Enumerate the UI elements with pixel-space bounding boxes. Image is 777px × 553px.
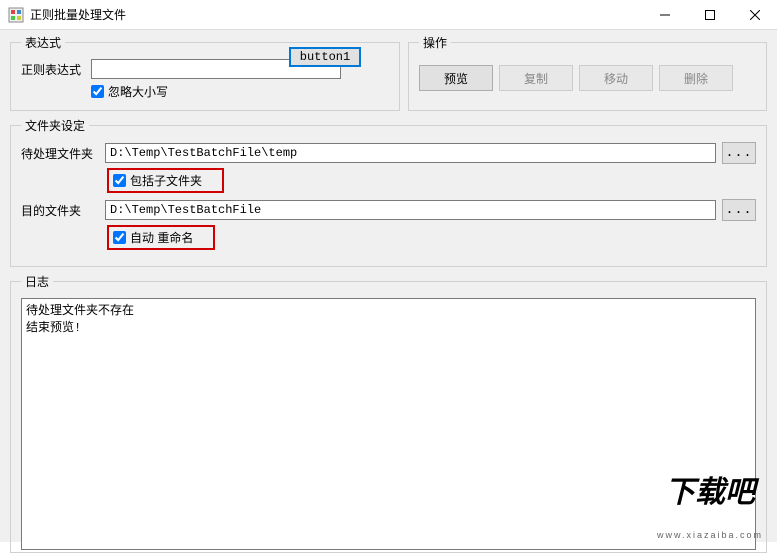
source-folder-input[interactable] [105, 143, 716, 163]
operations-group: 操作 预览 复制 移动 删除 [408, 34, 767, 111]
expression-legend: 表达式 [21, 34, 65, 51]
include-subfolders-label: 包括子文件夹 [130, 172, 202, 189]
delete-button[interactable]: 删除 [659, 65, 733, 91]
window-title: 正则批量处理文件 [30, 6, 642, 23]
button1[interactable]: button1 [289, 47, 361, 67]
close-button[interactable] [732, 0, 777, 29]
operations-legend: 操作 [419, 34, 451, 51]
folders-group: 文件夹设定 待处理文件夹 ... 包括子文件夹 目的文件夹 ... 自动 重命名 [10, 117, 767, 267]
dest-browse-button[interactable]: ... [722, 199, 756, 221]
regex-label: 正则表达式 [21, 61, 83, 78]
titlebar: 正则批量处理文件 [0, 0, 777, 30]
minimize-button[interactable] [642, 0, 687, 29]
move-button[interactable]: 移动 [579, 65, 653, 91]
app-icon [8, 7, 24, 23]
log-group: 日志 待处理文件夹不存在 结束预览! [10, 273, 767, 553]
ignore-case-checkbox[interactable] [91, 85, 104, 98]
maximize-button[interactable] [687, 0, 732, 29]
preview-button[interactable]: 预览 [419, 65, 493, 91]
dest-folder-input[interactable] [105, 200, 716, 220]
auto-rename-label: 自动 重命名 [130, 229, 193, 246]
copy-button[interactable]: 复制 [499, 65, 573, 91]
folders-legend: 文件夹设定 [21, 117, 89, 134]
source-folder-label: 待处理文件夹 [21, 145, 99, 162]
source-browse-button[interactable]: ... [722, 142, 756, 164]
ignore-case-label: 忽略大小写 [108, 83, 168, 100]
log-textarea[interactable]: 待处理文件夹不存在 结束预览! [21, 298, 756, 550]
expression-group: 表达式 button1 正则表达式 忽略大小写 [10, 34, 400, 111]
auto-rename-highlight: 自动 重命名 [107, 225, 215, 250]
log-legend: 日志 [21, 273, 53, 290]
auto-rename-checkbox[interactable] [113, 231, 126, 244]
include-subfolders-highlight: 包括子文件夹 [107, 168, 224, 193]
dest-folder-label: 目的文件夹 [21, 202, 99, 219]
include-subfolders-checkbox[interactable] [113, 174, 126, 187]
